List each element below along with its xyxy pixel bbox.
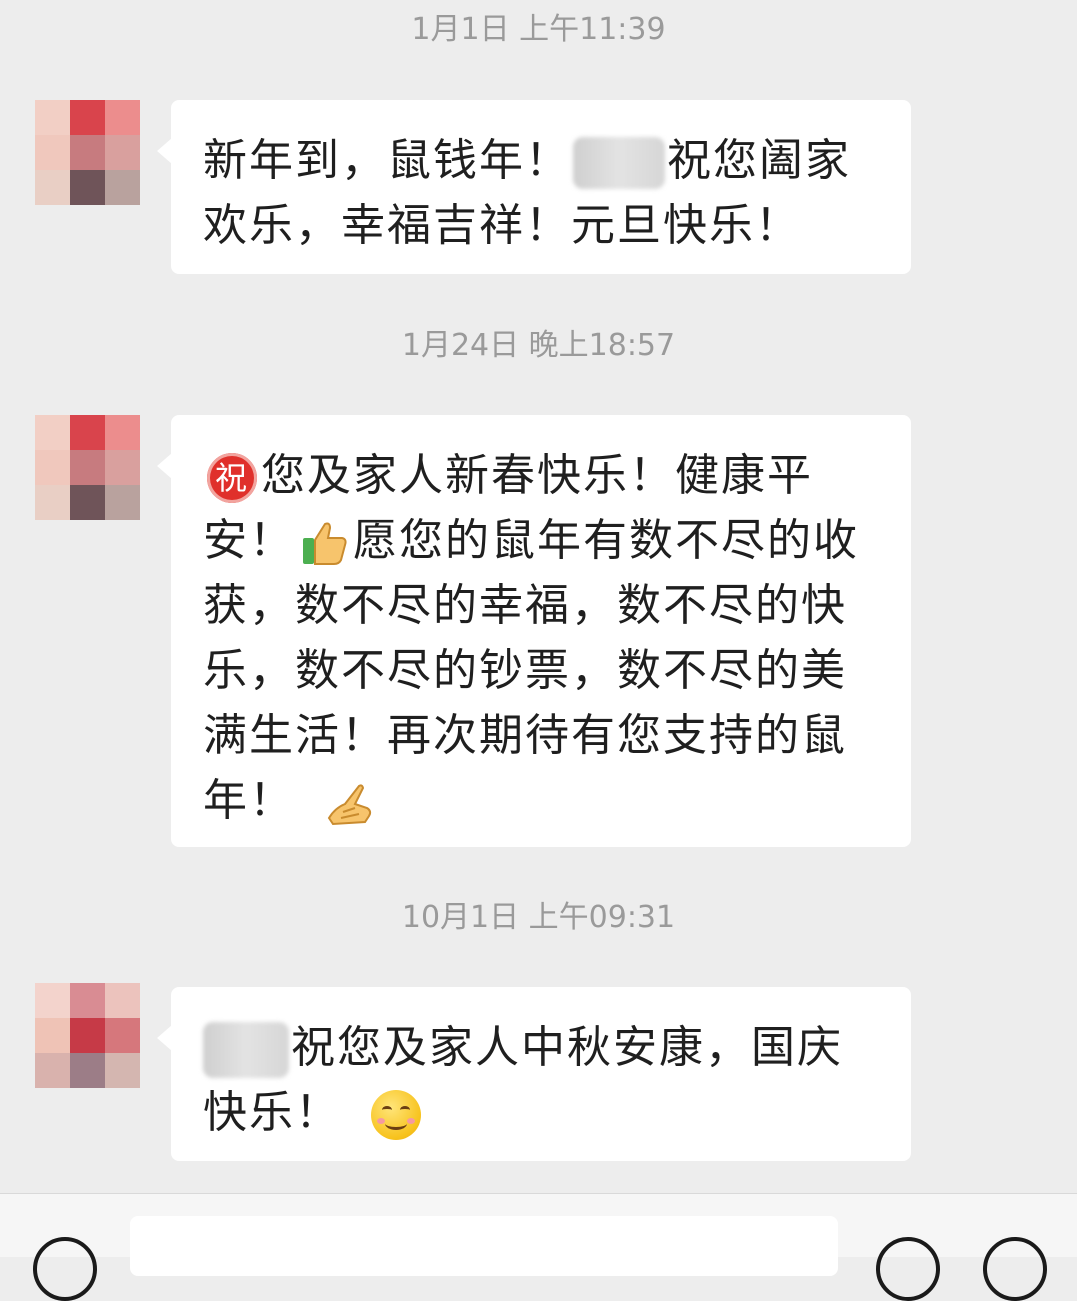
sender-avatar[interactable] <box>35 100 140 205</box>
add-icon[interactable] <box>983 1237 1047 1301</box>
message-bubble[interactable]: 祝您及家人新春快乐！健康平安！ 愿您的鼠年有数不尽的收获，数不尽的幸福，数不尽的快… <box>157 415 911 847</box>
redacted-name <box>203 1022 289 1078</box>
sender-avatar[interactable] <box>35 983 140 1088</box>
fist-bump-icon <box>325 778 375 828</box>
sender-avatar[interactable] <box>35 415 140 520</box>
thumbs-up-icon <box>299 518 349 568</box>
message-input[interactable] <box>130 1216 838 1276</box>
zhu-blessing-icon: 祝 <box>207 453 257 503</box>
redacted-name <box>573 137 665 189</box>
message-text: 祝您及家人中秋安康，国庆快乐！ <box>203 1022 843 1138</box>
chat-area: 1月1日 上午11:39 新年到，鼠钱年！ 祝您阖家欢乐，幸福吉祥！元旦快乐！ 1… <box>0 0 1077 1193</box>
smile-icon <box>371 1090 421 1140</box>
message-bubble[interactable]: 祝您及家人中秋安康，国庆快乐！ <box>157 987 911 1161</box>
message-timestamp: 10月1日 上午09:31 <box>401 900 676 935</box>
message-bubble[interactable]: 新年到，鼠钱年！ 祝您阖家欢乐，幸福吉祥！元旦快乐！ <box>157 100 911 274</box>
message-text: 新年到，鼠钱年！ <box>203 135 571 186</box>
voice-icon[interactable] <box>33 1237 97 1301</box>
emoji-icon[interactable] <box>876 1237 940 1301</box>
chat-input-bar <box>0 1193 1077 1301</box>
message-timestamp: 1月24日 晚上18:57 <box>401 328 676 363</box>
message-timestamp: 1月1日 上午11:39 <box>411 12 666 47</box>
